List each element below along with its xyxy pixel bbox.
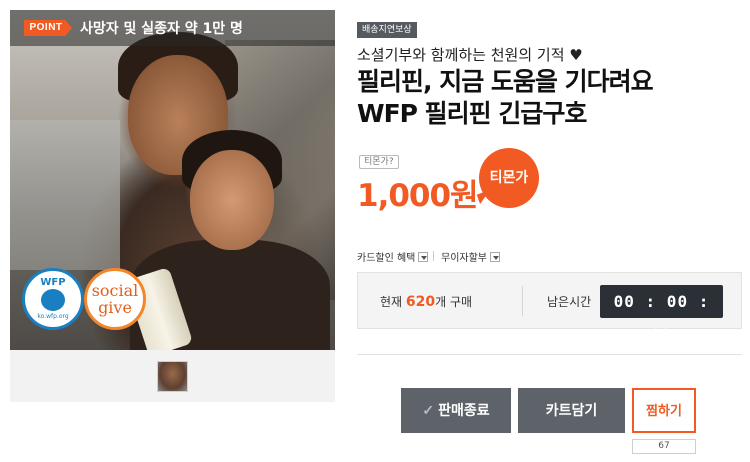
countdown-timer: 00 : 00 : 00 [600, 285, 723, 344]
installment-option[interactable]: 무이자할부 [441, 249, 500, 264]
social-logo-line2: give [98, 298, 132, 317]
section-divider [357, 354, 742, 355]
installment-label: 무이자할부 [441, 253, 487, 264]
wfp-logo-text: WFP [40, 277, 66, 288]
product-title-line2: WFP 필리핀 긴급구호 [357, 99, 587, 128]
social-logo-line1: social [91, 281, 139, 300]
product-subtitle: 소셜기부와 함께하는 천원의 기적 ♥ [357, 46, 583, 64]
remaining-time-label: 남은시간 [547, 295, 592, 309]
shipping-badge: 배송지연보상 [357, 22, 417, 38]
sold-number: 620 [405, 294, 436, 310]
deal-divider [522, 286, 523, 316]
product-title-line1: 필리핀, 지금 도움을 기다려요 [357, 67, 654, 96]
sold-out-label: 판매종료 [438, 402, 490, 418]
product-title: 필리핀, 지금 도움을 기다려요 WFP 필리핀 긴급구호 [357, 66, 654, 130]
option-divider [433, 251, 434, 261]
wheat-icon [41, 289, 65, 311]
wishlist-button[interactable]: 찜하기 [632, 388, 696, 433]
point-headline: 사망자 및 실종자 약 1만 명 [80, 21, 243, 37]
card-discount-option[interactable]: 카드할인 혜택 [357, 249, 429, 264]
wishlist-count: 67 [632, 439, 696, 454]
sold-suffix: 개 구매 [435, 295, 473, 309]
product-image-panel [10, 10, 335, 402]
point-badge: POINT [24, 20, 72, 36]
wfp-logo: WFP ko.wfp.org [22, 268, 84, 330]
check-icon: ✓ [422, 402, 435, 418]
sold-out-button[interactable]: ✓ 판매종료 [401, 388, 511, 433]
wfp-url: ko.wfp.org [37, 313, 69, 320]
sold-count: 현재 620개 구매 [380, 293, 472, 310]
tmon-price-bubble: 티몬가 [479, 148, 539, 208]
product-price: 1,000원 [357, 178, 479, 214]
chevron-down-icon[interactable] [418, 252, 429, 262]
card-discount-label: 카드할인 혜택 [357, 253, 416, 264]
add-to-cart-button[interactable]: 카트담기 [518, 388, 625, 433]
tmon-price-tag[interactable]: 티몬가? [359, 155, 399, 169]
sold-prefix: 현재 [380, 295, 403, 309]
chevron-down-icon[interactable] [490, 252, 500, 262]
social-give-logo: social give [84, 268, 146, 330]
product-thumbnail[interactable] [157, 361, 188, 392]
